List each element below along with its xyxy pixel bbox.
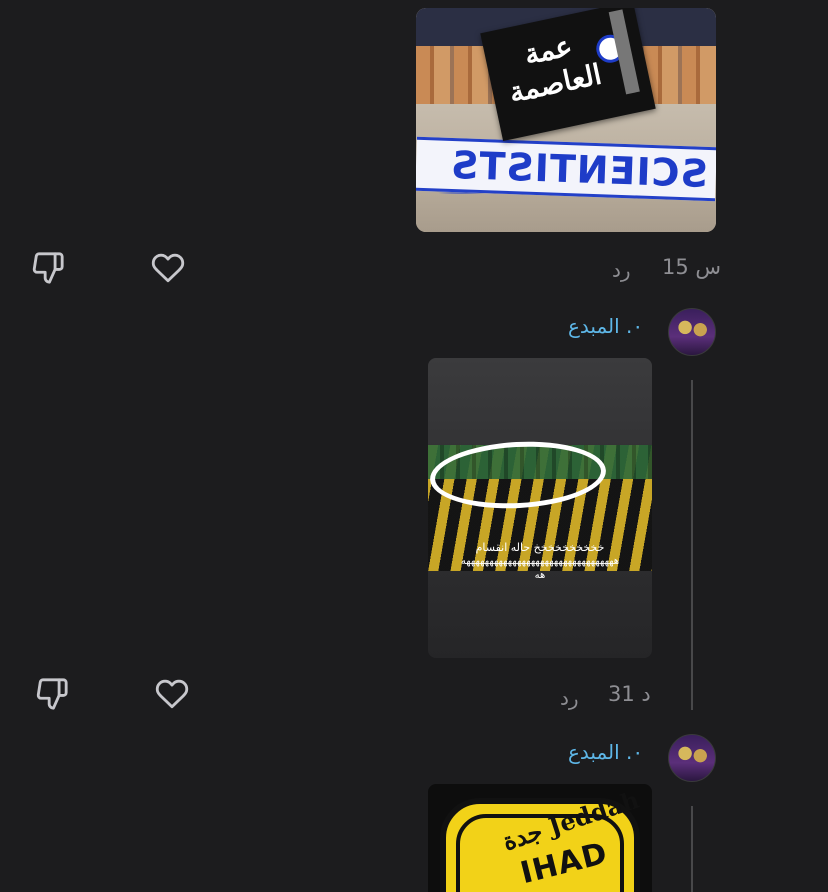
avatar[interactable] [668, 308, 716, 356]
thread-line [691, 806, 693, 892]
reply-button[interactable]: رد [560, 686, 579, 710]
image-caption: هه [534, 570, 546, 581]
heart-icon[interactable] [152, 674, 192, 714]
reply-button[interactable]: رد [612, 258, 631, 282]
thread-line [691, 380, 693, 710]
comment-header: ٠. المبدع [0, 734, 828, 784]
post-image[interactable]: خخخخخخخخخخ حاله انقسام ههههههههههههههههه… [428, 358, 652, 658]
image-banner: SCIENTISTS [416, 136, 716, 202]
heart-icon[interactable] [148, 248, 188, 288]
post-image[interactable]: جدة Jeddah IHAD [428, 784, 652, 892]
post-actions-row: رد 15 س [0, 248, 828, 288]
thumbs-down-icon[interactable] [32, 674, 72, 714]
username[interactable]: ٠. المبدع [568, 314, 643, 338]
sticker-text: عمة العاصمة [506, 29, 605, 110]
image-caption: هههههههههههههههههههههههههههههههههه [460, 556, 620, 567]
timestamp: 31 د [608, 682, 651, 706]
timestamp: 15 س [662, 255, 722, 279]
avatar[interactable] [668, 734, 716, 782]
banner-text: SCIENTISTS [449, 142, 709, 196]
comments-feed: SCIENTISTS عمة العاصمة رد 15 س ٠. المبدع… [0, 0, 828, 892]
thumbs-down-icon[interactable] [28, 248, 68, 288]
post-image[interactable]: SCIENTISTS عمة العاصمة [416, 8, 716, 232]
comment-header: ٠. المبدع [0, 308, 828, 358]
image-caption: خخخخخخخخخخ حاله انقسام [475, 541, 605, 554]
username[interactable]: ٠. المبدع [568, 740, 643, 764]
post-actions-row: رد 31 د [0, 674, 828, 714]
